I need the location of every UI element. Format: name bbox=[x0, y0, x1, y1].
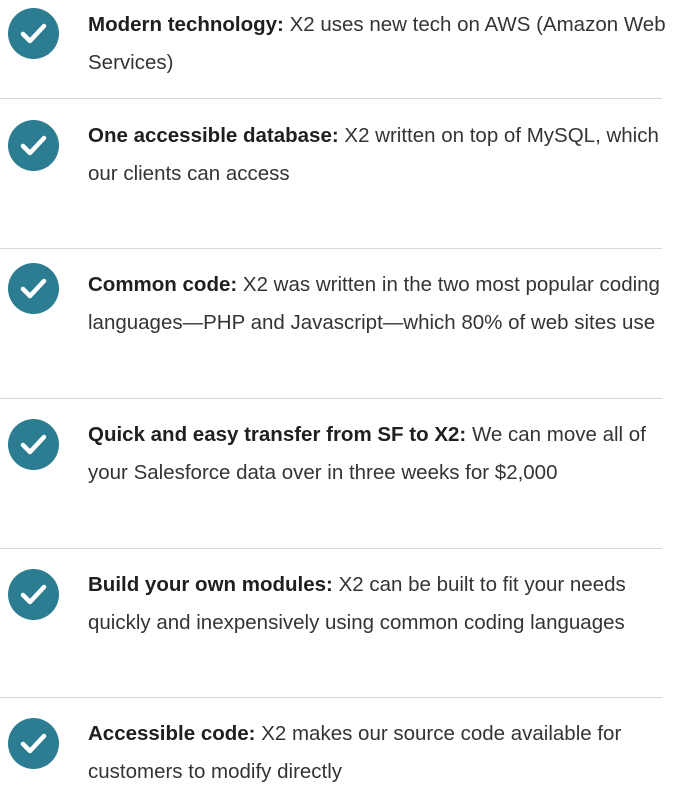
check-circle-icon bbox=[8, 419, 59, 470]
divider bbox=[0, 398, 662, 399]
check-circle-icon bbox=[8, 120, 59, 171]
feature-text: Common code: X2 was written in the two m… bbox=[88, 266, 668, 342]
feature-title: Common code: bbox=[88, 273, 238, 296]
feature-text: Modern technology: X2 uses new tech on A… bbox=[88, 6, 668, 82]
feature-title: Accessible code: bbox=[88, 722, 256, 745]
feature-text: Accessible code: X2 makes our source cod… bbox=[88, 715, 668, 791]
feature-list: Modern technology: X2 uses new tech on A… bbox=[0, 0, 673, 787]
divider bbox=[0, 548, 662, 549]
feature-text: Quick and easy transfer from SF to X2: W… bbox=[88, 416, 668, 492]
divider bbox=[0, 248, 662, 249]
feature-title: Modern technology: bbox=[88, 13, 284, 36]
feature-text: One accessible database: X2 written on t… bbox=[88, 117, 668, 193]
check-circle-icon bbox=[8, 263, 59, 314]
feature-title: Build your own modules: bbox=[88, 573, 333, 596]
feature-title: One accessible database: bbox=[88, 124, 339, 147]
check-circle-icon bbox=[8, 8, 59, 59]
divider bbox=[0, 98, 662, 99]
divider bbox=[0, 697, 662, 698]
check-circle-icon bbox=[8, 569, 59, 620]
check-circle-icon bbox=[8, 718, 59, 769]
feature-text: Build your own modules: X2 can be built … bbox=[88, 566, 668, 642]
feature-title: Quick and easy transfer from SF to X2: bbox=[88, 423, 467, 446]
